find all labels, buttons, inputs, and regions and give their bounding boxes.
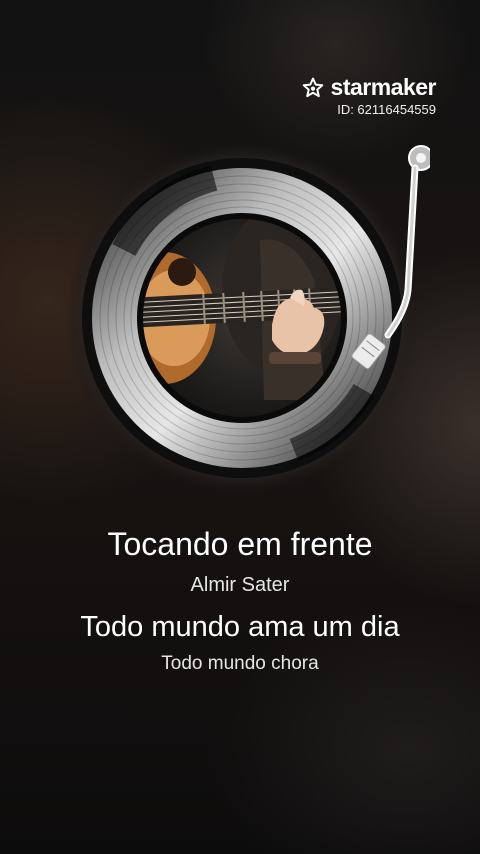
user-id: ID: 62116454559	[337, 102, 436, 117]
brand-row: starmaker	[301, 74, 437, 101]
song-title: Tocando em frente	[107, 526, 373, 562]
star-logo-icon	[302, 77, 323, 97]
next-lyric-line: Todo mundo chora	[161, 653, 319, 674]
current-lyric-line: Todo mundo ama um dia	[80, 611, 400, 643]
artist-name: Almir Sater	[190, 574, 290, 596]
tonearm-icon	[351, 145, 430, 370]
watermark: starmaker ID: 62116454559	[301, 74, 437, 117]
brand-name: starmaker	[330, 74, 437, 100]
